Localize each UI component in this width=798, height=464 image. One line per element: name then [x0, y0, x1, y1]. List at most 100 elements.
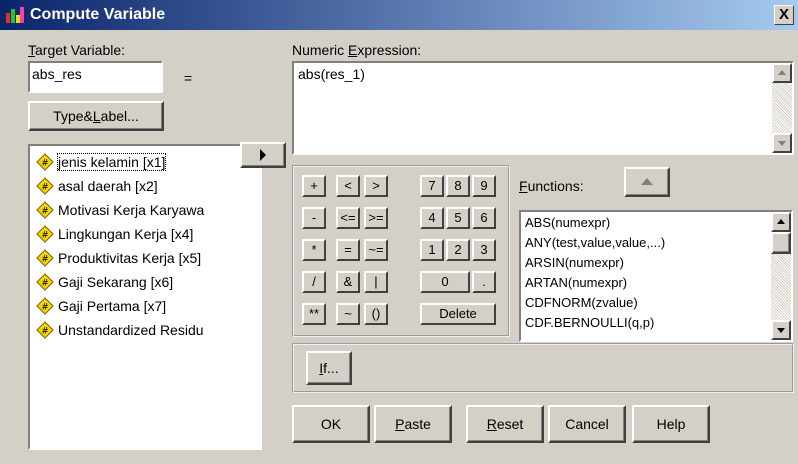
numeric-variable-icon: # [36, 273, 54, 291]
svg-text:#: # [41, 159, 49, 169]
numeric-variable-icon: # [36, 225, 54, 243]
type-label-button[interactable]: Type&Label... [28, 101, 164, 131]
key-equals-button[interactable]: = [336, 239, 360, 261]
variable-list-item[interactable]: # Lingkungan Kerja [x4] [36, 222, 193, 246]
right-arrow-icon [260, 149, 266, 161]
down-arrow-icon [778, 141, 786, 146]
svg-text:#: # [41, 231, 49, 241]
function-list-item[interactable]: ANY(test,value,value,...) [525, 235, 665, 250]
svg-text:#: # [41, 255, 49, 265]
key-digit-7-button[interactable]: 7 [420, 175, 444, 197]
variable-name: Unstandardized Residu [58, 322, 204, 338]
key-minus-button[interactable]: - [302, 207, 326, 229]
variable-list-item[interactable]: # Gaji Sekarang [x6] [36, 270, 173, 294]
function-list-item[interactable]: ARSIN(numexpr) [525, 255, 624, 270]
variable-name: Produktivitas Kerja [x5] [58, 250, 202, 266]
numeric-variable-icon: # [36, 321, 54, 339]
keypad-group: + < >7 8 9 - <= >= 4 5 6 * = ~= 1 2 3 /& | 0. ** ~() Delete [292, 165, 510, 337]
variable-list-item[interactable]: # Produktivitas Kerja [x5] [36, 246, 201, 270]
key-and-button[interactable]: & [336, 271, 360, 293]
svg-text:#: # [41, 207, 49, 217]
help-button[interactable]: Help [632, 405, 710, 443]
reset-button[interactable]: Reset [466, 405, 544, 443]
key-digit-1-button[interactable]: 1 [420, 239, 444, 261]
function-insert-button[interactable] [624, 167, 670, 197]
key-digit-0-button[interactable]: 0 [420, 271, 470, 293]
equals-sign: = [184, 70, 193, 86]
scroll-down-button[interactable] [772, 133, 792, 153]
function-list-item[interactable]: ARTAN(numexpr) [525, 275, 627, 290]
key-not-equal-button[interactable]: ~= [364, 239, 388, 261]
expression-scrollbar[interactable] [772, 63, 792, 153]
if-group: If... [292, 343, 794, 393]
key-greater-equal-button[interactable]: >= [364, 207, 388, 229]
variable-name: Motivasi Kerja Karyawa [58, 202, 205, 218]
up-arrow-icon [641, 178, 653, 185]
key-digit-9-button[interactable]: 9 [472, 175, 496, 197]
close-button[interactable]: X [774, 5, 794, 25]
svg-text:#: # [41, 279, 49, 289]
target-variable-label: Target Variable: [28, 42, 126, 58]
target-variable-input[interactable]: abs_res [28, 61, 163, 93]
window-title: Compute Variable [30, 6, 166, 23]
variable-list-item[interactable]: # jenis kelamin [x1] [36, 150, 167, 174]
key-delete-button[interactable]: Delete [420, 303, 496, 325]
key-digit-3-button[interactable]: 3 [472, 239, 496, 261]
key-not-button[interactable]: ~ [336, 303, 360, 325]
numeric-variable-icon: # [36, 249, 54, 267]
variable-list-item[interactable]: # asal daerah [x2] [36, 174, 158, 198]
if-button[interactable]: If... [306, 351, 352, 385]
variable-name: asal daerah [x2] [58, 178, 158, 194]
key-digit-4-button[interactable]: 4 [420, 207, 444, 229]
key-less-than-button[interactable]: < [336, 175, 360, 197]
key-digit-8-button[interactable]: 8 [446, 175, 470, 197]
numeric-variable-icon: # [36, 177, 54, 195]
down-arrow-icon [777, 328, 785, 333]
numeric-variable-icon: # [36, 201, 54, 219]
key-digit-5-button[interactable]: 5 [446, 207, 470, 229]
key-divide-button[interactable]: / [302, 271, 326, 293]
up-arrow-icon [777, 219, 785, 224]
move-variable-button[interactable] [240, 142, 286, 168]
key-less-equal-button[interactable]: <= [336, 207, 360, 229]
variable-list-item[interactable]: # Gaji Pertama [x7] [36, 294, 166, 318]
key-plus-button[interactable]: + [302, 175, 326, 197]
function-list-item[interactable]: CDFNORM(zvalue) [525, 295, 638, 310]
numeric-expression-box[interactable]: abs(res_1) [292, 61, 794, 155]
key-parentheses-button[interactable]: () [364, 303, 388, 325]
key-decimal-button[interactable]: . [472, 271, 496, 293]
function-list-item[interactable]: CDF.BERNOULLI(q,p) [525, 315, 654, 330]
numeric-expression-label: Numeric Expression: [292, 42, 422, 58]
key-multiply-button[interactable]: * [302, 239, 326, 261]
variable-name: jenis kelamin [x1] [56, 153, 167, 171]
key-digit-6-button[interactable]: 6 [472, 207, 496, 229]
numeric-variable-icon: # [36, 297, 54, 315]
functions-label: Functions: [519, 178, 584, 194]
svg-text:#: # [41, 303, 49, 313]
up-arrow-icon [778, 70, 786, 75]
key-digit-2-button[interactable]: 2 [446, 239, 470, 261]
variable-list-item[interactable]: # Unstandardized Residu [36, 318, 204, 342]
function-list-item[interactable]: ABS(numexpr) [525, 215, 610, 230]
cancel-button[interactable]: Cancel [548, 405, 626, 443]
functions-list[interactable]: CDF.BERNOULLI(q,p) CDFNORM(zvalue) ARTAN(n… [519, 210, 793, 342]
expression-text[interactable]: abs(res_1) [298, 66, 365, 82]
scroll-up-button[interactable] [771, 212, 791, 232]
variable-name: Lingkungan Kerja [x4] [58, 226, 194, 242]
ok-button[interactable]: OK [292, 405, 370, 443]
svg-text:#: # [41, 183, 49, 193]
paste-button[interactable]: Paste [374, 405, 452, 443]
key-greater-than-button[interactable]: > [364, 175, 388, 197]
numeric-variable-icon: # [36, 153, 54, 171]
variable-list[interactable]: # jenis kelamin [x1] # asal daerah [x2] # Mot… [28, 144, 262, 450]
variable-list-item[interactable]: # Motivasi Kerja Karyawa [36, 198, 204, 222]
variable-name: Gaji Sekarang [x6] [58, 274, 174, 290]
key-power-button[interactable]: ** [302, 303, 326, 325]
app-icon [6, 7, 24, 23]
key-or-button[interactable]: | [364, 271, 388, 293]
scroll-down-button[interactable] [771, 320, 791, 340]
functions-scrollbar[interactable] [771, 212, 791, 340]
scroll-thumb[interactable] [771, 232, 791, 254]
scroll-up-button[interactable] [772, 63, 792, 83]
svg-text:#: # [41, 327, 49, 337]
